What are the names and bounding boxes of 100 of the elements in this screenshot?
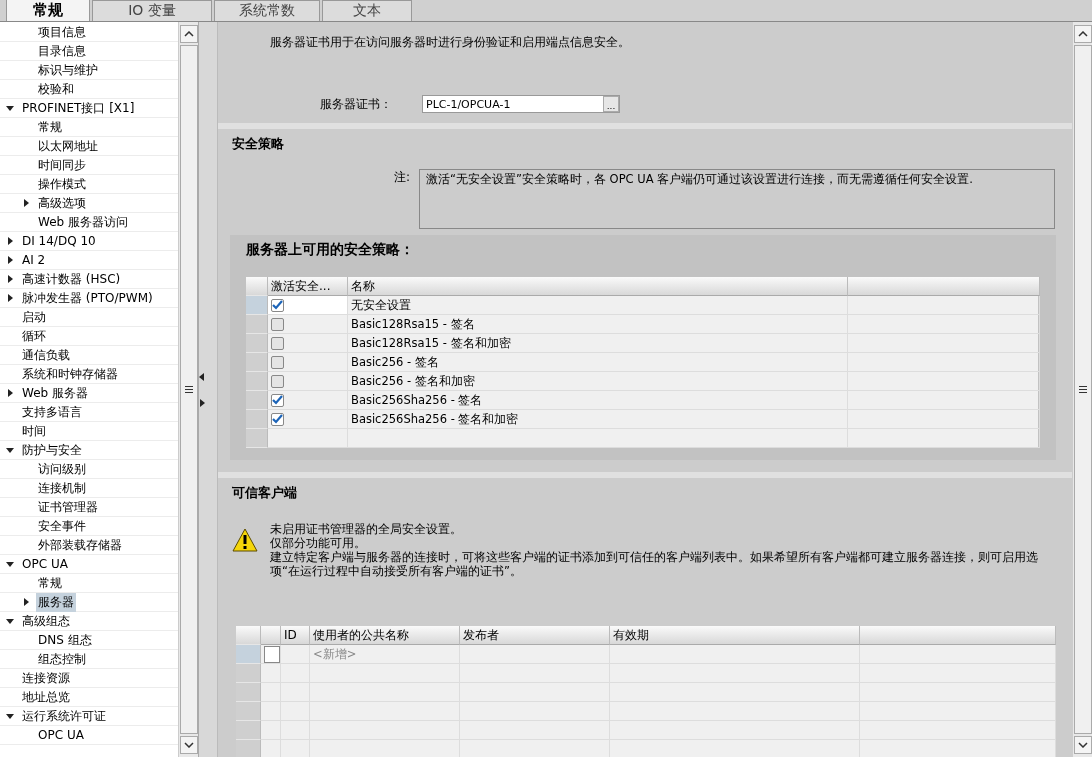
tree-item[interactable]: 安全事件	[36, 516, 88, 536]
field-label: 服务器证书：	[320, 95, 393, 113]
scrollbar-thumb[interactable]	[1073, 45, 1092, 734]
table-cell: Basic256 - 签名和加密	[348, 372, 848, 391]
collapsed-arrow-icon[interactable]	[6, 256, 14, 264]
tree-item[interactable]: 连接资源	[20, 668, 72, 688]
column-header[interactable]: ID	[281, 626, 310, 645]
table-cell	[281, 664, 310, 683]
tree-item[interactable]: 通信负载	[20, 345, 72, 365]
tree-item[interactable]: 标识与维护	[36, 60, 100, 80]
scroll-down-button[interactable]	[1073, 736, 1092, 754]
scrollbar-thumb[interactable]	[179, 45, 198, 734]
row-header[interactable]	[236, 626, 261, 645]
column-header[interactable]: 有效期	[610, 626, 860, 645]
chevron-up-icon	[1077, 31, 1088, 37]
tree-item[interactable]: AI 2	[20, 252, 48, 268]
tree-item[interactable]: 高级选项	[36, 193, 88, 213]
collapsed-arrow-icon[interactable]	[6, 389, 14, 397]
expanded-arrow-icon[interactable]	[6, 446, 14, 454]
table-cell	[261, 683, 281, 702]
certificate-field[interactable]: PLC-1/OPCUA-1 ...	[422, 95, 620, 113]
scroll-up-button[interactable]	[1073, 25, 1092, 43]
checkbox[interactable]	[271, 336, 284, 350]
column-header	[261, 626, 281, 645]
tree-item[interactable]: 组态控制	[36, 649, 88, 669]
tree-item[interactable]: 操作模式	[36, 174, 88, 194]
tree-item[interactable]: 循环	[20, 326, 48, 346]
expanded-arrow-icon[interactable]	[6, 104, 14, 112]
checkbox[interactable]	[271, 298, 284, 312]
tree-item[interactable]: 高速计数器 (HSC)	[20, 269, 123, 289]
tab[interactable]: 常规	[6, 0, 90, 21]
browse-button[interactable]: ...	[603, 96, 619, 112]
column-header[interactable]: 使用者的公共名称	[310, 626, 460, 645]
checkbox[interactable]	[271, 374, 284, 388]
column-header[interactable]: 发布者	[460, 626, 610, 645]
tree-item[interactable]: DNS 组态	[36, 630, 94, 650]
tree-item[interactable]: 高级组态	[20, 611, 72, 631]
tree-item[interactable]: 启动	[20, 307, 48, 327]
tree-item[interactable]: 校验和	[36, 79, 76, 99]
column-header[interactable]: 名称	[348, 277, 848, 296]
tab[interactable]: 文本	[322, 0, 412, 21]
tree-item[interactable]: 时间同步	[36, 155, 88, 175]
tree-item[interactable]: OPC UA	[36, 727, 86, 743]
checkbox[interactable]	[271, 355, 284, 369]
scroll-down-button[interactable]	[179, 736, 198, 754]
panel-title: 服务器上可用的安全策略：	[246, 241, 415, 259]
table-cell: 无安全设置	[348, 296, 848, 315]
tree-item[interactable]: 访问级别	[36, 459, 88, 479]
table-cell: Basic128Rsa15 - 签名	[348, 315, 848, 334]
expanded-arrow-icon[interactable]	[6, 712, 14, 720]
checkbox[interactable]	[271, 393, 284, 407]
table-cell: Basic256 - 签名	[348, 353, 848, 372]
chevron-up-icon	[183, 31, 194, 37]
tab[interactable]: 系统常数	[214, 0, 320, 21]
tree-item[interactable]: 地址总览	[20, 687, 72, 707]
chevron-down-icon	[1077, 742, 1088, 748]
tree-item[interactable]: Web 服务器访问	[36, 212, 130, 232]
grip-icon	[184, 386, 193, 393]
collapsed-arrow-icon[interactable]	[6, 237, 14, 245]
collapsed-arrow-icon[interactable]	[6, 294, 14, 302]
tree-item[interactable]: 支持多语言	[20, 402, 84, 422]
checkbox[interactable]	[271, 412, 284, 426]
collapsed-arrow-icon[interactable]	[6, 275, 14, 283]
tree-item[interactable]: PROFINET接口 [X1]	[20, 98, 137, 118]
tree-item[interactable]: 项目信息	[36, 22, 88, 42]
tree-item[interactable]: OPC UA	[20, 556, 70, 572]
tree-item[interactable]: 外部装载存储器	[36, 535, 124, 555]
tree-item[interactable]: 运行系统许可证	[20, 706, 108, 726]
warning-text: 仅部分功能可用。	[270, 536, 367, 550]
expanded-arrow-icon[interactable]	[6, 617, 14, 625]
table-cell: Basic128Rsa15 - 签名和加密	[348, 334, 848, 353]
tree-item[interactable]: 以太网地址	[36, 136, 100, 156]
table-cell	[261, 721, 281, 740]
collapsed-arrow-icon[interactable]	[22, 199, 30, 207]
tab[interactable]: IO 变量	[92, 0, 212, 21]
tree-item[interactable]: 防护与安全	[20, 440, 84, 460]
tree-item[interactable]: Web 服务器	[20, 383, 90, 403]
collapsed-arrow-icon[interactable]	[22, 598, 30, 606]
warning-icon	[232, 528, 258, 552]
expanded-arrow-icon[interactable]	[6, 560, 14, 568]
tree-item[interactable]: 目录信息	[36, 41, 88, 61]
note-label: 注:	[394, 169, 411, 186]
grip-icon	[1078, 386, 1087, 393]
tree-item[interactable]: 脉冲发生器 (PTO/PWM)	[20, 288, 155, 308]
checkmark-icon	[272, 300, 283, 310]
table-cell: Basic256Sha256 - 签名和加密	[348, 410, 848, 429]
tree-item[interactable]: 连接机制	[36, 478, 88, 498]
checkbox[interactable]	[271, 317, 284, 331]
scroll-up-button[interactable]	[179, 25, 198, 43]
checkmark-icon	[272, 414, 283, 424]
column-header[interactable]: 激活安全...	[268, 277, 348, 296]
tree-item[interactable]: 常规	[36, 117, 64, 137]
tree-item[interactable]: 证书管理器	[36, 497, 100, 517]
tree-item[interactable]: 系统和时钟存储器	[20, 364, 120, 384]
tree-item[interactable]: 时间	[20, 421, 48, 441]
tree-item[interactable]: 常规	[36, 573, 64, 593]
warning-text: 未启用证书管理器的全局安全设置。	[270, 522, 463, 536]
tree-item[interactable]: DI 14/DQ 10	[20, 233, 98, 249]
description-text: 服务器证书用于在访问服务器时进行身份验证和启用端点信息安全。	[269, 34, 631, 51]
warning-text: 建立特定客户端与服务器的连接时，可将这些客户端的证书添加到可信任的客户端列表中。如果希望所有客户端都可建立服务器连接，则可启用选项“在运行过程中自动接受所有客户端的证书”。	[270, 550, 1039, 578]
